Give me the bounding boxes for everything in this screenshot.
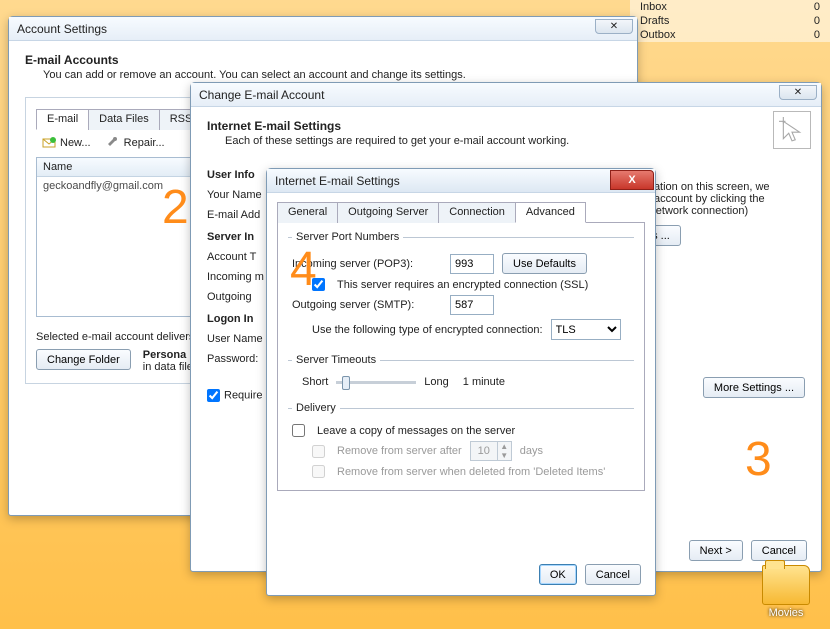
personal-folder-label: Persona [143,349,193,361]
remove-deleted-checkbox [312,465,325,478]
section-sub: You can add or remove an account. You ca… [43,69,621,81]
new-account-button[interactable]: New... [36,134,97,152]
days-label: days [520,445,543,457]
mail-item-label: Inbox [640,1,667,13]
ports-group-label: Server Port Numbers [292,231,403,243]
folder-icon [762,565,810,605]
section-sub: Each of these settings are required to g… [225,135,805,147]
cancel-button[interactable]: Cancel [585,564,641,585]
test-settings-heading: ngs [635,169,805,181]
days-spinner: 10 ▲▼ [470,441,512,461]
timeout-slider[interactable] [336,381,416,384]
desktop-folder-label: Movies [769,607,804,619]
ssl-checkbox[interactable] [312,278,325,291]
ok-button[interactable]: OK [539,564,577,585]
delivery-group-label: Delivery [292,402,340,414]
require-checkbox[interactable] [207,389,220,402]
mail-new-icon [42,136,56,150]
window-title: Internet E-mail Settings [275,174,400,188]
mail-item-label: Outbox [640,29,675,41]
pop3-port-input[interactable] [450,254,494,274]
tab-datafiles[interactable]: Data Files [88,109,160,130]
timeout-value: 1 minute [463,376,505,388]
mail-folder-panel: Inbox 0 Drafts 0 Outbox 0 [630,0,830,42]
mail-item-count: 0 [814,15,820,27]
remove-after-label: Remove from server after [337,445,462,457]
section-heading: Internet E-mail Settings [207,119,805,133]
dialog-titlebar: Internet E-mail Settings [267,169,655,193]
cursor-hint-icon [773,111,811,149]
timeouts-group-label: Server Timeouts [292,354,380,366]
mail-item-label: Drafts [640,15,669,27]
wrench-icon [106,136,120,150]
encryption-select[interactable]: TLS [551,319,621,340]
tip-text: es network connection) [635,205,805,217]
internet-email-settings-dialog: Internet E-mail Settings X General Outgo… [266,168,656,596]
tab-advanced[interactable]: Advanced [515,202,586,223]
window-title: Account Settings [17,22,107,36]
datafile-label: in data file [143,361,193,373]
label-short: Short [302,376,328,388]
cancel-button[interactable]: Cancel [751,540,807,561]
tab-outgoing[interactable]: Outgoing Server [337,202,439,223]
tip-text: ormation on this screen, we [635,181,805,193]
desktop-folder[interactable]: Movies [762,565,810,619]
smtp-port-input[interactable] [450,295,494,315]
mail-item-count: 0 [814,1,820,13]
repair-account-button[interactable]: Repair... [100,134,171,152]
remove-deleted-label: Remove from server when deleted from 'De… [337,466,605,478]
leave-copy-checkbox[interactable] [292,424,305,437]
section-heading: E-mail Accounts [25,53,621,67]
mail-item-count: 0 [814,29,820,41]
change-email-titlebar: Change E-mail Account [191,83,821,107]
leave-copy-label: Leave a copy of messages on the server [317,425,515,437]
tab-general[interactable]: General [277,202,338,223]
close-button[interactable]: ✕ [595,19,633,34]
window-title: Change E-mail Account [199,88,324,102]
more-settings-button[interactable]: More Settings ... [703,377,805,398]
use-defaults-button[interactable]: Use Defaults [502,253,587,274]
ssl-label: This server requires an encrypted connec… [337,279,588,291]
label-encryption: Use the following type of encrypted conn… [312,324,543,336]
remove-after-checkbox [312,445,325,458]
label-smtp: Outgoing server (SMTP): [292,299,442,311]
close-button[interactable]: ✕ [779,85,817,100]
next-button[interactable]: Next > [689,540,743,561]
account-settings-titlebar: Account Settings [9,17,637,41]
tab-connection[interactable]: Connection [438,202,516,223]
dialog-tabs: General Outgoing Server Connection Advan… [277,201,645,223]
require-label: Require [224,389,263,401]
close-button[interactable]: X [610,170,654,190]
tab-email[interactable]: E-mail [36,109,89,130]
tip-text: our account by clicking the [635,193,805,205]
label-long: Long [424,376,448,388]
label-pop3: Incoming server (POP3): [292,258,442,270]
change-folder-button[interactable]: Change Folder [36,349,131,370]
